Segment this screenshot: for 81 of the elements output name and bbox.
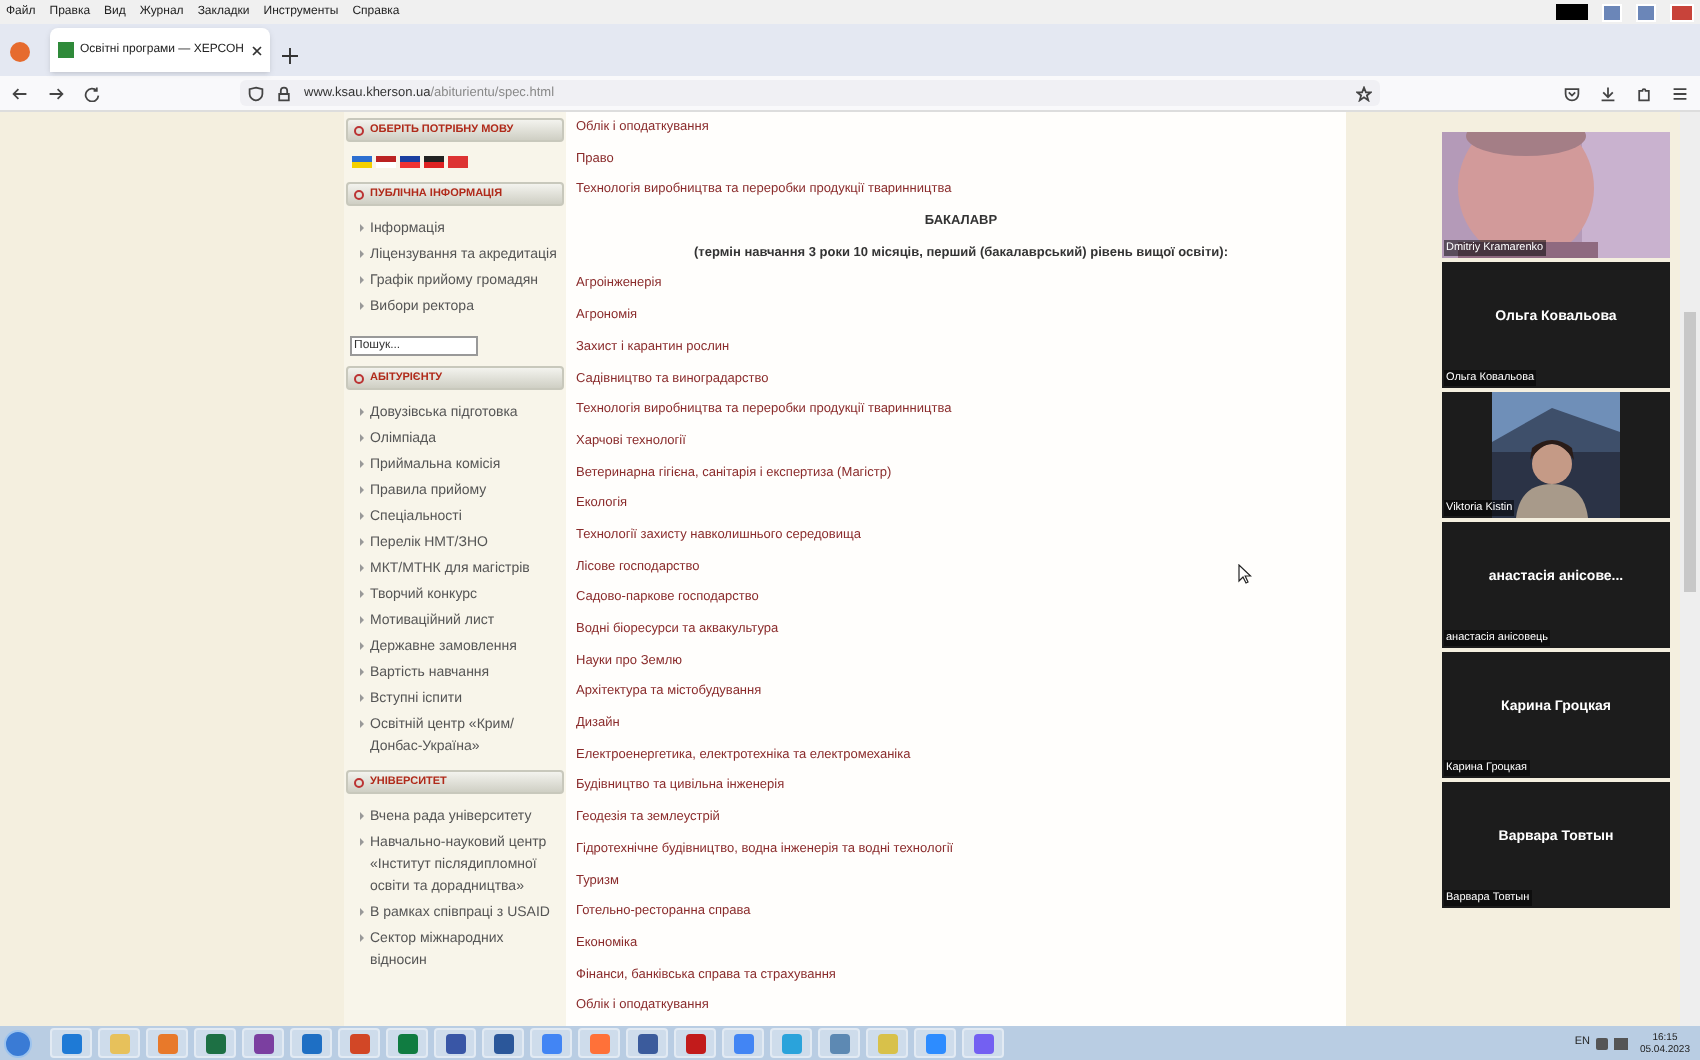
app-icon bbox=[829, 1033, 849, 1053]
star-icon[interactable] bbox=[1356, 85, 1372, 101]
taskbar-app-button[interactable] bbox=[530, 1028, 572, 1058]
taskbar-app-button[interactable] bbox=[722, 1028, 764, 1058]
close-icon[interactable] bbox=[252, 45, 262, 55]
bullet-arrow-icon bbox=[360, 276, 364, 284]
bullet-arrow-icon bbox=[360, 668, 364, 676]
bullet-icon bbox=[354, 189, 364, 199]
taskbar-app-button[interactable] bbox=[482, 1028, 524, 1058]
app-icon bbox=[541, 1033, 561, 1053]
app-icon bbox=[157, 1033, 177, 1053]
minimize-button[interactable] bbox=[1602, 3, 1622, 21]
bullet-arrow-icon bbox=[360, 720, 364, 728]
scrollbar[interactable] bbox=[1680, 112, 1700, 1026]
app-icon bbox=[109, 1033, 129, 1053]
bullet-icon bbox=[354, 373, 364, 383]
bullet-arrow-icon bbox=[360, 694, 364, 702]
bullet-arrow-icon bbox=[360, 642, 364, 650]
bullet-arrow-icon bbox=[360, 812, 364, 820]
menu-icon[interactable] bbox=[1672, 85, 1688, 101]
bullet-arrow-icon bbox=[360, 590, 364, 598]
reload-icon[interactable] bbox=[84, 85, 100, 101]
bullet-arrow-icon bbox=[360, 564, 364, 572]
app-icon bbox=[925, 1033, 945, 1053]
bullet-arrow-icon bbox=[360, 538, 364, 546]
taskbar-app-button[interactable] bbox=[338, 1028, 380, 1058]
app-icon bbox=[781, 1033, 801, 1053]
app-icon bbox=[877, 1033, 897, 1053]
bullet-arrow-icon bbox=[360, 434, 364, 442]
taskbar-app-button[interactable] bbox=[674, 1028, 716, 1058]
app-icon bbox=[733, 1033, 753, 1053]
app-icon bbox=[61, 1033, 81, 1053]
taskbar-app-button[interactable] bbox=[242, 1028, 284, 1058]
pocket-icon[interactable] bbox=[1564, 85, 1580, 101]
app-icon bbox=[493, 1033, 513, 1053]
bullet-arrow-icon bbox=[360, 934, 364, 942]
taskbar-app-button[interactable] bbox=[50, 1028, 92, 1058]
extensions-icon[interactable] bbox=[1636, 85, 1652, 101]
taskbar-app-button[interactable] bbox=[626, 1028, 668, 1058]
browser-logo-icon bbox=[10, 42, 30, 62]
close-button[interactable] bbox=[1670, 3, 1694, 21]
taskbar-app-button[interactable] bbox=[290, 1028, 332, 1058]
app-icon bbox=[253, 1033, 273, 1053]
bullet-arrow-icon bbox=[360, 838, 364, 846]
shield-icon[interactable] bbox=[248, 85, 264, 101]
bullet-arrow-icon bbox=[360, 616, 364, 624]
taskbar-app-button[interactable] bbox=[386, 1028, 428, 1058]
bullet-arrow-icon bbox=[360, 908, 364, 916]
bullet-arrow-icon bbox=[360, 486, 364, 494]
bullet-arrow-icon bbox=[360, 250, 364, 258]
taskbar-app-button[interactable] bbox=[146, 1028, 188, 1058]
new-tab-icon[interactable] bbox=[282, 48, 298, 64]
taskbar-app-button[interactable] bbox=[194, 1028, 236, 1058]
app-icon bbox=[637, 1033, 657, 1053]
app-icon bbox=[349, 1033, 369, 1053]
taskbar-app-button[interactable] bbox=[818, 1028, 860, 1058]
app-icon bbox=[301, 1033, 321, 1053]
bullet-arrow-icon bbox=[360, 460, 364, 468]
site-favicon-icon bbox=[58, 42, 74, 58]
app-icon bbox=[685, 1033, 705, 1053]
bullet-icon bbox=[354, 125, 364, 135]
bullet-arrow-icon bbox=[360, 512, 364, 520]
app-icon bbox=[589, 1033, 609, 1053]
bullet-arrow-icon bbox=[360, 408, 364, 416]
download-icon[interactable] bbox=[1600, 85, 1616, 101]
app-icon bbox=[973, 1033, 993, 1053]
taskbar-app-button[interactable] bbox=[434, 1028, 476, 1058]
restore-button[interactable] bbox=[1636, 3, 1656, 21]
bullet-icon bbox=[354, 777, 364, 787]
taskbar-app-button[interactable] bbox=[962, 1028, 1004, 1058]
lock-icon[interactable] bbox=[276, 85, 292, 101]
app-icon bbox=[445, 1033, 465, 1053]
bullet-arrow-icon bbox=[360, 224, 364, 232]
app-icon bbox=[397, 1033, 417, 1053]
mouse-cursor-icon bbox=[1238, 564, 1252, 584]
taskbar-app-button[interactable] bbox=[914, 1028, 956, 1058]
bullet-arrow-icon bbox=[360, 302, 364, 310]
start-button[interactable] bbox=[4, 1029, 32, 1057]
back-arrow-icon[interactable] bbox=[12, 85, 28, 101]
forward-arrow-icon[interactable] bbox=[48, 85, 64, 101]
app-icon bbox=[205, 1033, 225, 1053]
